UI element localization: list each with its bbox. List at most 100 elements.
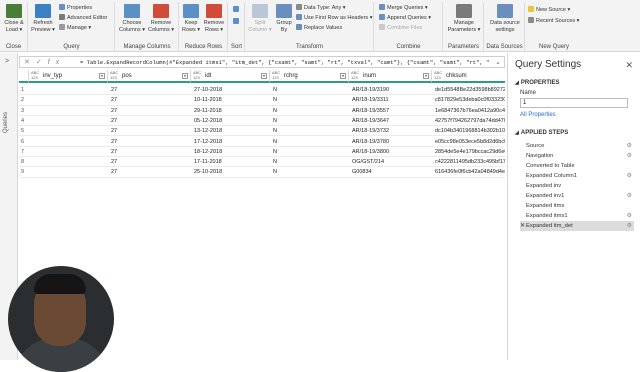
column-header-pos[interactable]: ABC 123 pos ▾ <box>108 70 191 83</box>
collapse-triangle-icon[interactable]: ◢ <box>515 130 519 136</box>
fx-icon[interactable]: fx <box>48 59 65 66</box>
sort-descending-button[interactable] <box>233 18 241 26</box>
table-cell[interactable]: AR/18-19/3190 <box>352 87 389 93</box>
table-cell[interactable]: 27 <box>111 149 117 155</box>
table-cell[interactable]: 29-11-2018 <box>194 108 222 114</box>
table-cell[interactable]: N <box>273 128 277 134</box>
table-row[interactable]: 2 27 10-11-2018 N AR/18-19/3311 c817829e53deb… <box>19 95 505 106</box>
table-cell[interactable]: N <box>273 169 277 175</box>
table-cell[interactable]: N <box>273 97 277 103</box>
properties-section[interactable]: ◢ PROPERTIES <box>515 80 560 86</box>
table-cell[interactable]: c817829e53deba0c0f033230a <box>435 97 505 103</box>
gear-icon[interactable]: ⚙ <box>627 171 632 181</box>
applied-step[interactable]: Source ⚙ <box>520 141 634 151</box>
table-cell[interactable]: OG/GST/214 <box>352 159 384 165</box>
column-header-chksum[interactable]: ABC 123 chksum <box>432 70 505 83</box>
data-type-dropdown[interactable]: Data Type: Any ▾ <box>296 4 346 12</box>
table-cell[interactable]: 17-12-2018 <box>194 139 222 145</box>
query-name-field[interactable]: 1 <box>520 98 628 108</box>
filter-dropdown-icon[interactable]: ▾ <box>182 73 188 79</box>
table-cell[interactable]: N <box>273 159 277 165</box>
filter-dropdown-icon[interactable]: ▾ <box>99 73 105 79</box>
table-cell[interactable]: 27 <box>111 128 117 134</box>
replace-values-button[interactable]: Replace Values <box>296 24 342 32</box>
close-load-button[interactable]: Close & Load ▾ <box>0 4 28 33</box>
table-cell[interactable]: N <box>273 108 277 114</box>
applied-step[interactable]: Navigation ⚙ <box>520 151 634 161</box>
table-cell[interactable]: 616436fe0f6cb42a04849d4ec <box>435 169 505 175</box>
gear-icon[interactable]: ⚙ <box>627 211 632 221</box>
commit-icon[interactable]: ✓ <box>36 59 48 66</box>
all-properties-link[interactable]: All Properties <box>520 112 556 118</box>
filter-dropdown-icon[interactable]: ▾ <box>423 73 429 79</box>
table-cell[interactable]: AR/18-19/3557 <box>352 108 389 114</box>
table-row[interactable]: 6 27 17-12-2018 N AR/18-19/3780 e05cc98e053ec… <box>19 137 505 147</box>
table-cell[interactable]: 17-11-2018 <box>194 159 222 165</box>
queries-pane-label[interactable]: Queries <box>3 112 9 133</box>
filter-dropdown-icon[interactable]: ▾ <box>261 73 267 79</box>
table-cell[interactable]: 27 <box>111 169 117 175</box>
table-cell[interactable]: 27 <box>111 108 117 114</box>
table-row[interactable]: 9 27 25-10-2018 N G00834 616436fe0f6cb42a0484… <box>19 167 505 178</box>
type-icon[interactable]: ABC 123 <box>110 70 118 80</box>
type-icon[interactable]: ABC 123 <box>31 70 39 80</box>
formula-input[interactable]: = Table.ExpandRecordColumn(#"Expanded it… <box>80 59 494 66</box>
remove-columns-button[interactable]: Remove Columns ▾ <box>147 4 175 33</box>
gear-icon[interactable]: ⚙ <box>627 221 632 231</box>
applied-step[interactable]: Expanded Column1 ⚙ <box>520 171 634 181</box>
table-cell[interactable]: 27 <box>111 139 117 145</box>
table-cell[interactable]: N <box>273 149 277 155</box>
table-cell[interactable]: AR/18-19/3311 <box>352 97 389 103</box>
column-header-idt[interactable]: ABC 123 idt ▾ <box>191 70 270 83</box>
new-source-button[interactable]: New Source ▾ <box>528 6 570 14</box>
table-row[interactable]: 7 27 18-12-2018 N AR/18-19/3800 2854de5e4e179… <box>19 147 505 158</box>
table-row[interactable]: 8 27 17-11-2018 N OG/GST/214 c4222811495db233… <box>19 157 505 168</box>
applied-step[interactable]: Converted to Table <box>520 161 634 171</box>
table-cell[interactable]: N <box>273 139 277 145</box>
table-row[interactable]: 1 27 27-10-2018 N AR/18-19/3190 de1d5548Be22d… <box>19 85 505 96</box>
applied-step[interactable]: Expanded itms <box>520 201 634 211</box>
sort-ascending-button[interactable] <box>233 6 241 14</box>
table-cell[interactable]: e05cc98e053ece5b8d2d6bcff <box>435 139 505 145</box>
table-cell[interactable]: 27 <box>111 97 117 103</box>
type-icon[interactable]: ABC 123 <box>434 70 442 80</box>
properties-button[interactable]: Properties <box>59 4 92 12</box>
choose-columns-button[interactable]: Choose Columns ▾ <box>118 4 146 33</box>
cancel-icon[interactable]: ✕ <box>24 59 36 66</box>
table-cell[interactable]: AR/18-19/3780 <box>352 139 389 145</box>
gear-icon[interactable]: ⚙ <box>627 151 632 161</box>
close-icon[interactable]: ✕ <box>625 60 633 71</box>
table-row[interactable]: 4 27 05-12-2018 N AR/18-19/3647 42757f7942627… <box>19 116 505 127</box>
table-cell[interactable]: 05-12-2018 <box>194 118 222 124</box>
table-cell[interactable]: G00834 <box>352 169 372 175</box>
table-cell[interactable]: N <box>273 118 277 124</box>
merge-queries-button[interactable]: Merge Queries ▾ <box>379 4 428 12</box>
column-header-inum[interactable]: ABC 123 inum ▾ <box>349 70 432 83</box>
table-row[interactable]: 5 27 13-12-2018 N AR/18-19/3732 dc104b3401968… <box>19 126 505 137</box>
applied-step[interactable]: ✕ Expanded itm_det ⚙ <box>520 221 634 231</box>
table-cell[interactable]: 27-10-2018 <box>194 87 222 93</box>
table-row[interactable]: 3 27 29-11-2018 N AR/18-19/3557 1e6847367b76e… <box>19 106 505 116</box>
expand-queries-icon[interactable]: > <box>5 58 9 65</box>
table-cell[interactable]: AR/18-19/3732 <box>352 128 389 134</box>
table-cell[interactable]: 1e6847367b76ea0412a90c49b <box>435 108 505 114</box>
table-cell[interactable]: c4222811495db233c495bf175 <box>435 159 505 165</box>
column-header-rchrg[interactable]: ABC 123 rchrg ▾ <box>270 70 349 83</box>
table-cell[interactable]: 10-11-2018 <box>194 97 222 103</box>
column-header-inv-typ[interactable]: ABC 123 inv_typ ▾ <box>29 70 108 83</box>
manage-button[interactable]: Manage ▾ <box>59 24 91 32</box>
table-cell[interactable]: dc104b3401968814b302b107 <box>435 128 505 134</box>
table-cell[interactable]: N <box>273 87 277 93</box>
table-cell[interactable]: de1d5548Be22d3598b892722 <box>435 87 505 93</box>
refresh-preview-button[interactable]: Refresh Preview ▾ <box>29 4 57 33</box>
table-cell[interactable]: AR/18-19/3800 <box>352 149 389 155</box>
recent-sources-button[interactable]: Recent Sources ▾ <box>528 17 579 25</box>
group-by-button[interactable]: Group By <box>270 4 298 33</box>
applied-step[interactable]: Expanded inv <box>520 181 634 191</box>
use-first-row-button[interactable]: Use First Row as Headers ▾ <box>296 14 372 22</box>
table-corner[interactable] <box>19 70 29 83</box>
gear-icon[interactable]: ⚙ <box>627 141 632 151</box>
data-source-settings-button[interactable]: Data source settings <box>487 4 523 33</box>
table-cell[interactable]: 25-10-2018 <box>194 169 222 175</box>
applied-step[interactable]: Expanded itms1 ⚙ <box>520 211 634 221</box>
